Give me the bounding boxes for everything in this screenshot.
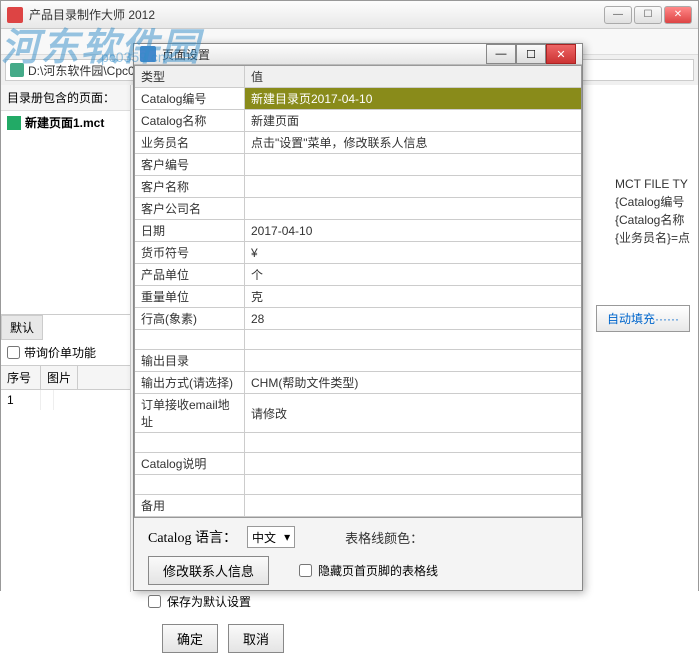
- col-no: 序号: [1, 366, 41, 389]
- property-row[interactable]: 客户编号: [135, 154, 581, 176]
- property-key: 客户编号: [135, 154, 245, 175]
- property-value[interactable]: [245, 154, 581, 175]
- main-titlebar: 产品目录制作大师 2012 — ☐ ✕: [1, 1, 698, 29]
- property-value[interactable]: 克: [245, 286, 581, 307]
- property-row[interactable]: 客户公司名: [135, 198, 581, 220]
- modify-contact-button[interactable]: 修改联系人信息: [148, 556, 269, 585]
- property-row[interactable]: 重量单位克: [135, 286, 581, 308]
- property-value[interactable]: [245, 350, 581, 371]
- property-row[interactable]: Catalog名称新建页面: [135, 110, 581, 132]
- dialog-maximize-button[interactable]: ☐: [516, 44, 546, 64]
- file-item[interactable]: 新建页面1.mct: [1, 111, 130, 134]
- app-title: 产品目录制作大师 2012: [29, 6, 604, 23]
- property-key: 货币符号: [135, 242, 245, 263]
- quote-checkbox[interactable]: [7, 346, 20, 359]
- lang-label: Catalog 语言：: [148, 527, 237, 547]
- property-value[interactable]: 请修改: [245, 394, 581, 432]
- property-value[interactable]: [245, 176, 581, 197]
- property-key: 重量单位: [135, 286, 245, 307]
- left-table-header: 序号 图片: [1, 366, 130, 390]
- tab-default[interactable]: 默认: [1, 315, 43, 340]
- property-key: 客户名称: [135, 176, 245, 197]
- property-key: Catalog说明: [135, 453, 245, 474]
- property-key: 输出方式(请选择): [135, 372, 245, 393]
- property-key: 行高(象素): [135, 308, 245, 329]
- property-row[interactable]: 客户名称: [135, 176, 581, 198]
- property-row[interactable]: 输出目录: [135, 350, 581, 372]
- autofill-button[interactable]: 自动填充······: [596, 305, 690, 332]
- color-label: 表格线颜色：: [345, 528, 423, 547]
- property-value[interactable]: 新建页面: [245, 110, 581, 131]
- chevron-down-icon: ▾: [284, 530, 290, 544]
- property-row[interactable]: 产品单位个: [135, 264, 581, 286]
- left-panel-header: 目录册包含的页面：: [1, 85, 130, 111]
- save-icon: [7, 116, 21, 130]
- property-key: Catalog名称: [135, 110, 245, 131]
- save-default-label: 保存为默认设置: [167, 593, 251, 610]
- property-row[interactable]: 行高(象素)28: [135, 308, 581, 330]
- minimize-button[interactable]: —: [604, 6, 632, 24]
- grid-separator: [135, 475, 581, 495]
- dialog-close-button[interactable]: ✕: [546, 44, 576, 64]
- table-row[interactable]: 1: [1, 390, 130, 410]
- property-key: 日期: [135, 220, 245, 241]
- lang-select[interactable]: 中文 ▾: [247, 526, 295, 548]
- property-key: 备用: [135, 495, 245, 516]
- page-settings-dialog: 页面设置 — ☐ ✕ 类型 值 Catalog编号新建目录页2017-04-10…: [133, 43, 583, 591]
- property-grid: 类型 值 Catalog编号新建目录页2017-04-10Catalog名称新建…: [134, 65, 582, 518]
- property-row[interactable]: 业务员名点击"设置"菜单，修改联系人信息: [135, 132, 581, 154]
- property-key: Catalog编号: [135, 88, 245, 109]
- property-value[interactable]: 28: [245, 308, 581, 329]
- right-preview-text: MCT FILE TY {Catalog编号 {Catalog名称 {业务员名}…: [615, 175, 690, 247]
- property-value[interactable]: [245, 453, 581, 474]
- header-type: 类型: [135, 66, 245, 87]
- property-value[interactable]: 新建目录页2017-04-10: [245, 88, 581, 109]
- folder-icon: [10, 63, 24, 77]
- dialog-icon: [140, 46, 156, 62]
- property-value[interactable]: [245, 198, 581, 219]
- property-row[interactable]: Catalog编号新建目录页2017-04-10: [135, 88, 581, 110]
- cancel-button[interactable]: 取消: [228, 624, 284, 653]
- dialog-titlebar: 页面设置 — ☐ ✕: [134, 44, 582, 65]
- grid-header: 类型 值: [135, 66, 581, 88]
- property-key: 客户公司名: [135, 198, 245, 219]
- save-default-checkbox[interactable]: [148, 595, 161, 608]
- col-img: 图片: [41, 366, 78, 389]
- left-panel: 目录册包含的页面： 新建页面1.mct 默认 带询价单功能 序号 图片 1: [1, 85, 131, 592]
- property-key: 业务员名: [135, 132, 245, 153]
- property-key: 输出目录: [135, 350, 245, 371]
- quote-label: 带询价单功能: [24, 344, 96, 361]
- property-value[interactable]: 个: [245, 264, 581, 285]
- ok-button[interactable]: 确定: [162, 624, 218, 653]
- property-row[interactable]: Catalog说明: [135, 453, 581, 475]
- property-key: 订单接收email地址: [135, 394, 245, 432]
- dialog-minimize-button[interactable]: —: [486, 44, 516, 64]
- property-row[interactable]: 货币符号¥: [135, 242, 581, 264]
- grid-separator: [135, 330, 581, 350]
- property-value[interactable]: 点击"设置"菜单，修改联系人信息: [245, 132, 581, 153]
- property-row[interactable]: 备用: [135, 495, 581, 517]
- maximize-button[interactable]: ☐: [634, 6, 662, 24]
- cell-img: [41, 390, 54, 410]
- file-name: 新建页面1.mct: [25, 114, 104, 131]
- property-value[interactable]: [245, 495, 581, 516]
- property-row[interactable]: 订单接收email地址请修改: [135, 394, 581, 433]
- close-button[interactable]: ✕: [664, 6, 692, 24]
- property-value[interactable]: CHM(帮助文件类型): [245, 372, 581, 393]
- app-icon: [7, 7, 23, 23]
- header-value: 值: [245, 66, 581, 87]
- property-row[interactable]: 输出方式(请选择)CHM(帮助文件类型): [135, 372, 581, 394]
- dialog-title: 页面设置: [162, 46, 486, 63]
- hide-lines-label: 隐藏页首页脚的表格线: [318, 562, 438, 579]
- property-value[interactable]: ¥: [245, 242, 581, 263]
- lang-value: 中文: [252, 529, 276, 546]
- property-value[interactable]: 2017-04-10: [245, 220, 581, 241]
- hide-lines-checkbox[interactable]: [299, 564, 312, 577]
- property-row[interactable]: 日期2017-04-10: [135, 220, 581, 242]
- cell-no: 1: [1, 390, 41, 410]
- grid-separator: [135, 433, 581, 453]
- property-key: 产品单位: [135, 264, 245, 285]
